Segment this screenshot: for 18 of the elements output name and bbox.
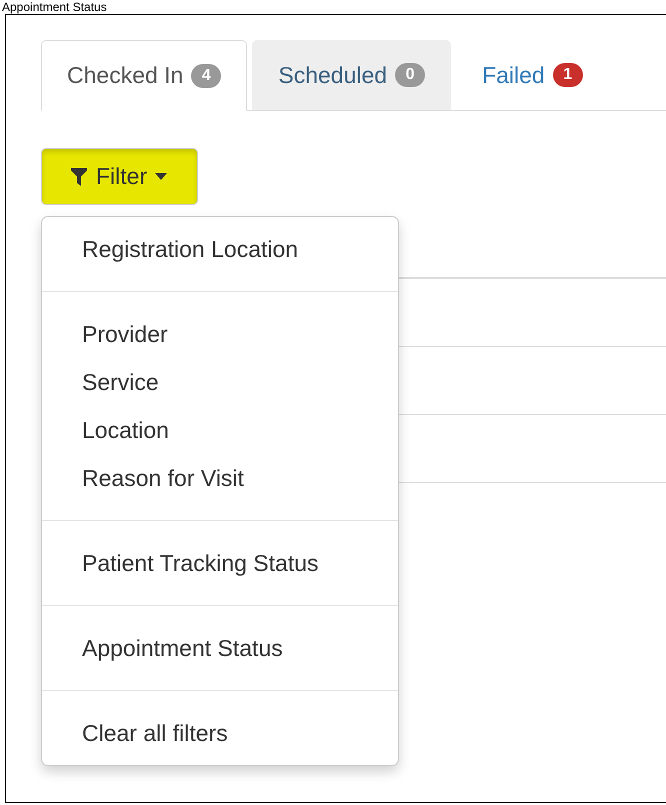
menu-item[interactable]: Appointment Status xyxy=(42,624,398,672)
filter-button[interactable]: Filter xyxy=(41,148,198,205)
menu-item[interactable]: Location xyxy=(42,406,398,454)
count-badge: 0 xyxy=(395,63,426,87)
menu-item[interactable]: Patient Tracking Status xyxy=(42,539,398,587)
filter-icon xyxy=(70,166,88,186)
caret-icon xyxy=(155,173,168,180)
menu-item[interactable]: Clear all filters xyxy=(42,709,398,757)
menu-item[interactable]: Reason for Visit xyxy=(42,454,398,502)
count-badge: 1 xyxy=(552,63,583,87)
count-badge: 4 xyxy=(191,64,222,88)
tab[interactable]: Checked In 4 xyxy=(41,40,248,111)
menu-item[interactable]: Service xyxy=(42,358,398,406)
menu-item[interactable]: Provider xyxy=(42,310,398,358)
tab[interactable]: Scheduled 0 xyxy=(252,40,452,110)
tab[interactable]: Failed 1 xyxy=(456,40,609,110)
menu-item[interactable]: Registration Location xyxy=(42,225,398,273)
page-caption: Appointment Status xyxy=(2,0,107,14)
